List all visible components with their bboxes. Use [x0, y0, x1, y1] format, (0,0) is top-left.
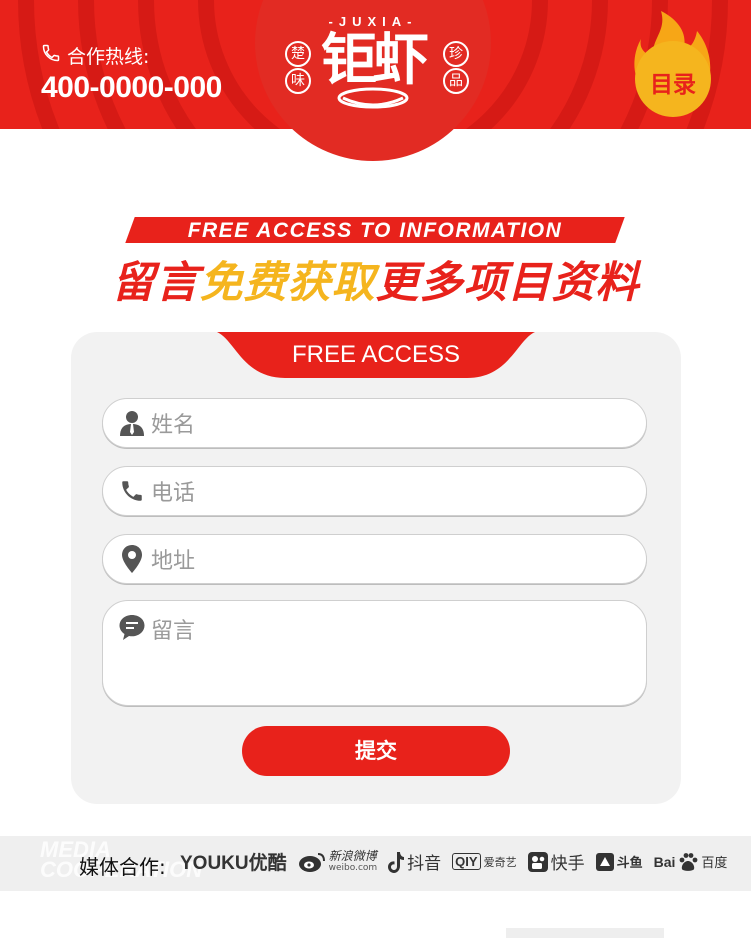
headline-part: 留言 [111, 258, 200, 308]
phone-placeholder: 电话 [151, 481, 196, 506]
logo-seal: 楚 [285, 41, 311, 67]
baidu-right: 百度 [701, 856, 728, 871]
catalog-button[interactable]: 目录 [633, 9, 713, 119]
address-placeholder: 地址 [151, 549, 196, 574]
logo-seal: 珍 [443, 41, 469, 67]
douyin-icon [388, 851, 405, 873]
kuaishou-label: 快手 [550, 854, 585, 874]
phone-input[interactable]: 电话 [102, 466, 647, 516]
submit-button[interactable]: 提交 [242, 726, 510, 776]
flame-icon [634, 11, 711, 117]
kuaishou-icon [527, 851, 548, 872]
paw-icon [679, 852, 698, 871]
logo-text: 钜虾 [321, 27, 429, 93]
logo-seal: 品 [443, 68, 469, 94]
partner-logos: YOUKU优酷 新浪微博 weibo.com 抖音 QIY 爱奇艺 快手 斗鱼 … [180, 848, 727, 875]
douyin-label: 抖音 [407, 854, 442, 874]
iqiyi-label: 爱奇艺 [483, 855, 517, 869]
message-icon [117, 613, 147, 641]
name-input[interactable]: 姓名 [102, 398, 647, 448]
weibo-label: 新浪微博 [328, 848, 377, 863]
shrimp-icon [337, 87, 409, 109]
iqiyi-logo[interactable]: QIY 爱奇艺 [452, 853, 517, 870]
headline-part: 更多项目资料 [375, 258, 640, 308]
iqiyi-badge: QIY [452, 853, 481, 870]
douyin-logo[interactable]: 抖音 [388, 849, 441, 874]
phone-icon [41, 43, 61, 68]
media-label: 媒体合作: [79, 855, 166, 879]
name-placeholder: 姓名 [151, 413, 196, 438]
hotline-label: 合作热线: [67, 46, 150, 68]
douyu-icon [595, 852, 614, 871]
logo-seal: 味 [285, 68, 311, 94]
headline-part-highlight: 免费获取 [199, 258, 376, 308]
baidu-left: Bai [653, 853, 676, 870]
weibo-icon [298, 852, 325, 872]
baidu-logo[interactable]: Bai 百度 [653, 852, 728, 872]
douyu-logo[interactable]: 斗鱼 [595, 852, 643, 871]
message-placeholder: 留言 [151, 619, 196, 644]
message-textarea[interactable]: 留言 [102, 600, 647, 706]
footer-hint [506, 928, 664, 938]
headline: 留言免费获取更多项目资料 [0, 248, 751, 310]
weibo-logo[interactable]: 新浪微博 weibo.com [298, 848, 378, 874]
weibo-sub: weibo.com [328, 862, 378, 873]
brand-logo[interactable]: -JUXIA- 钜虾 楚 味 珍 品 [255, 0, 491, 140]
location-pin-icon [117, 545, 147, 573]
hotline-number[interactable]: 400-0000-000 [41, 71, 222, 105]
address-input[interactable]: 地址 [102, 534, 647, 584]
media-cooperation-bar: MEDIA COOPERATION 媒体合作: YOUKU优酷 新浪微博 wei… [0, 836, 751, 891]
catalog-label: 目录 [650, 72, 696, 98]
kuaishou-logo[interactable]: 快手 [527, 849, 585, 874]
douyu-label: 斗鱼 [616, 856, 643, 871]
form-tab-label: FREE ACCESS [291, 341, 461, 368]
youku-logo[interactable]: YOUKU优酷 [180, 848, 287, 875]
lead-form-card: FREE ACCESS 姓名 电话 地址 留言 提交 [71, 332, 681, 804]
phone-icon [117, 478, 147, 504]
headline-banner-text: FREE ACCESS TO INFORMATION [187, 219, 563, 242]
hotline: 合作热线: 400-0000-000 [41, 42, 222, 105]
user-icon [117, 410, 147, 436]
